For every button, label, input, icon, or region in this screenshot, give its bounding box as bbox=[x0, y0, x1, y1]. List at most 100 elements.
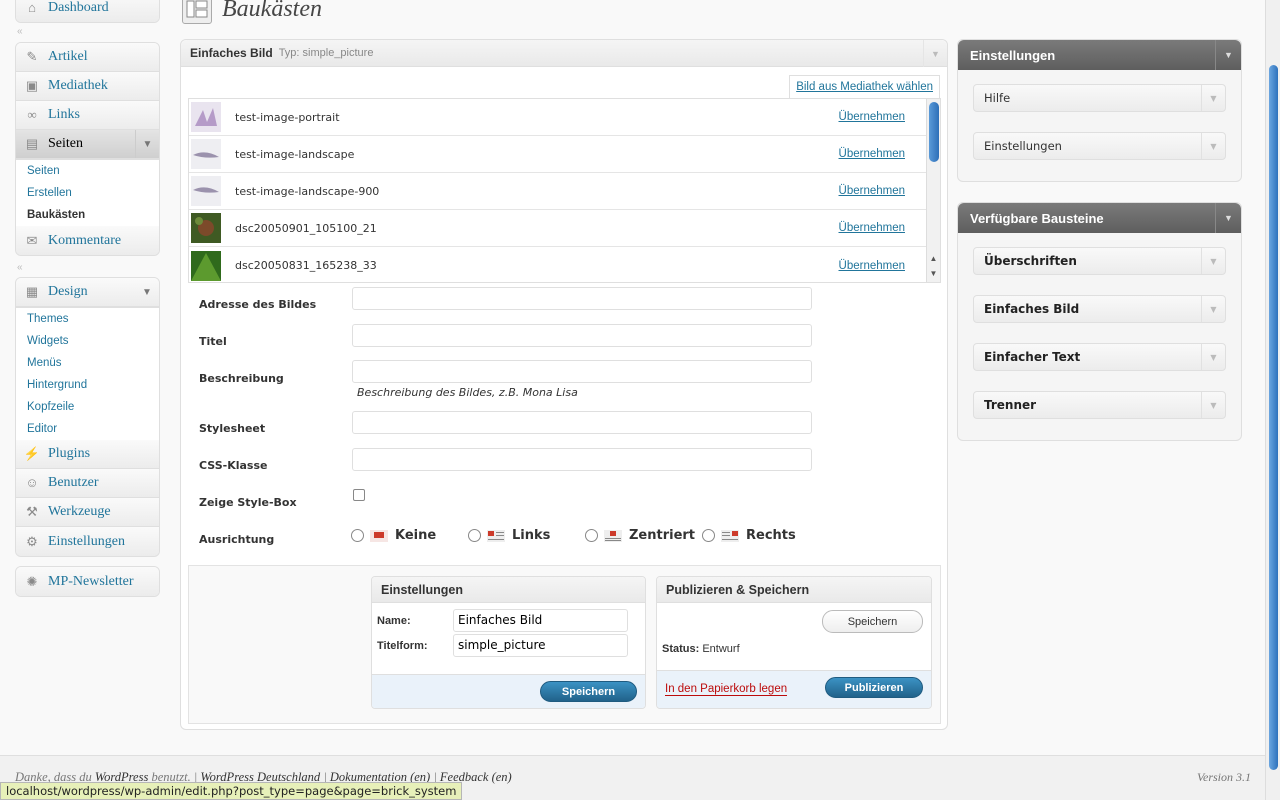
submenu-item-erstellen[interactable]: Erstellen bbox=[16, 182, 159, 204]
submenu-item-menues[interactable]: Menüs bbox=[16, 352, 159, 374]
brick-actions-area: Einstellungen Name: Einfaches Bild Titel… bbox=[188, 565, 941, 724]
align-center-radio[interactable]: Zentriert bbox=[585, 528, 695, 543]
media-list-item: dsc20050831_165238_33 Übernehmen bbox=[189, 247, 940, 282]
align-left-icon bbox=[487, 529, 505, 542]
page-scrollbar[interactable] bbox=[1265, 0, 1280, 800]
submenu-item-kopfzeile[interactable]: Kopfzeile bbox=[16, 396, 159, 418]
title-input[interactable] bbox=[352, 324, 812, 347]
apply-link[interactable]: Übernehmen bbox=[839, 185, 905, 197]
name-input[interactable]: Einfaches Bild bbox=[453, 609, 628, 632]
chevron-down-icon[interactable]: ▼ bbox=[923, 40, 947, 67]
align-right-icon bbox=[721, 529, 739, 542]
menu-mp-newsletter[interactable]: ✺ MP-Newsletter bbox=[16, 567, 159, 596]
apply-link[interactable]: Übernehmen bbox=[839, 148, 905, 160]
apply-link[interactable]: Übernehmen bbox=[839, 260, 905, 272]
brick-item-ueberschriften[interactable]: Überschriften ▼ bbox=[973, 247, 1226, 275]
save-draft-button[interactable]: Speichern bbox=[822, 610, 923, 633]
chevron-down-icon[interactable]: ▼ bbox=[1201, 85, 1225, 111]
chevron-down-icon[interactable]: ▼ bbox=[1201, 133, 1225, 159]
menu-einstellungen[interactable]: ⚙ Einstellungen bbox=[16, 527, 159, 556]
menu-collapse-separator[interactable]: « bbox=[17, 27, 23, 37]
menu-mediathek[interactable]: ▣ Mediathek bbox=[16, 72, 159, 101]
menu-plugins[interactable]: ⚡ Plugins bbox=[16, 440, 159, 469]
stylebox-checkbox[interactable] bbox=[353, 489, 365, 501]
page-scrollbar-thumb[interactable] bbox=[1269, 65, 1278, 770]
submenu-item-themes[interactable]: Themes bbox=[16, 308, 159, 330]
brick-box-header[interactable]: Einfaches Bild Typ: simple_picture ▼ bbox=[181, 40, 947, 67]
submenu-item-widgets[interactable]: Widgets bbox=[16, 330, 159, 352]
radio-button[interactable] bbox=[468, 529, 481, 542]
menu-collapse-separator-2[interactable]: « bbox=[17, 263, 23, 273]
chevron-down-icon[interactable]: ▼ bbox=[135, 130, 159, 158]
menu-design[interactable]: ▦ Design ▼ bbox=[16, 278, 159, 307]
settings-widget: Einstellungen ▼ Hilfe ▼ Einstellungen ▼ bbox=[957, 39, 1242, 182]
publish-box-title: Publizieren & Speichern bbox=[657, 577, 931, 603]
widget-item-hilfe[interactable]: Hilfe ▼ bbox=[973, 84, 1226, 112]
chevron-down-icon[interactable]: ▼ bbox=[1201, 248, 1225, 274]
submenu-item-seiten[interactable]: Seiten bbox=[16, 160, 159, 182]
media-library-tab[interactable]: Bild aus Mediathek wählen bbox=[789, 75, 940, 99]
settings-widget-header[interactable]: Einstellungen ▼ bbox=[958, 40, 1241, 70]
scroll-down-arrow-icon[interactable]: ▼ bbox=[927, 267, 940, 281]
widget-item-einstellungen[interactable]: Einstellungen ▼ bbox=[973, 132, 1226, 160]
brick-item-einfacher-text[interactable]: Einfacher Text ▼ bbox=[973, 343, 1226, 371]
media-list: test-image-portrait Übernehmen test-imag… bbox=[188, 98, 941, 283]
pin-icon: ✎ bbox=[26, 49, 38, 64]
brick-item-trenner[interactable]: Trenner ▼ bbox=[973, 391, 1226, 419]
menu-benutzer[interactable]: ☺ Benutzer bbox=[16, 469, 159, 498]
description-input[interactable] bbox=[352, 360, 812, 383]
apply-link[interactable]: Übernehmen bbox=[839, 111, 905, 123]
address-input[interactable] bbox=[352, 287, 812, 310]
align-left-radio[interactable]: Links bbox=[468, 528, 550, 543]
scrollbar-thumb[interactable] bbox=[929, 102, 939, 162]
stylesheet-input[interactable] bbox=[352, 411, 812, 434]
name-label: Name: bbox=[377, 615, 411, 627]
gear-icon: ✺ bbox=[26, 573, 38, 589]
titleform-label: Titelform: bbox=[377, 640, 428, 652]
align-none-radio[interactable]: Keine bbox=[351, 528, 436, 543]
description-hint: Beschreibung des Bildes, z.B. Mona Lisa bbox=[357, 386, 578, 399]
apply-link[interactable]: Übernehmen bbox=[839, 222, 905, 234]
menu-artikel[interactable]: ✎ Artikel bbox=[16, 43, 159, 72]
menu-dashboard-group: ⌂ Dashboard bbox=[15, 0, 160, 23]
publish-button[interactable]: Publizieren bbox=[825, 677, 923, 698]
submenu-item-baukaesten[interactable]: Baukästen bbox=[16, 204, 159, 226]
trash-link[interactable]: In den Papierkorb legen bbox=[665, 683, 788, 696]
align-none-icon bbox=[370, 529, 388, 542]
stylebox-label: Zeige Style-Box bbox=[199, 496, 297, 509]
chevron-down-icon[interactable]: ▼ bbox=[1201, 344, 1225, 370]
chevron-down-icon[interactable]: ▼ bbox=[1215, 40, 1241, 70]
radio-button[interactable] bbox=[702, 529, 715, 542]
bricks-page-icon bbox=[182, 0, 212, 24]
menu-seiten[interactable]: ▤ Seiten ▼ bbox=[16, 130, 159, 159]
menu-links[interactable]: ∞ Links bbox=[16, 101, 159, 130]
submenu-item-editor[interactable]: Editor bbox=[16, 418, 159, 440]
menu-dashboard[interactable]: ⌂ Dashboard bbox=[16, 0, 159, 22]
submenu-item-hintergrund[interactable]: Hintergrund bbox=[16, 374, 159, 396]
page-title: Baukästen bbox=[222, 0, 322, 22]
users-icon: ☺ bbox=[25, 475, 39, 490]
chevron-down-icon[interactable]: ▼ bbox=[1215, 203, 1241, 233]
menu-group-plugins: ✺ MP-Newsletter bbox=[15, 566, 160, 597]
brick-item-einfaches-bild[interactable]: Einfaches Bild ▼ bbox=[973, 295, 1226, 323]
save-settings-button[interactable]: Speichern bbox=[540, 681, 637, 702]
brick-settings-title: Einstellungen bbox=[372, 577, 645, 603]
align-right-radio[interactable]: Rechts bbox=[702, 528, 796, 543]
chevron-down-icon[interactable]: ▼ bbox=[135, 278, 159, 306]
titleform-input[interactable]: simple_picture bbox=[453, 634, 628, 657]
image-thumbnail bbox=[191, 139, 221, 169]
menu-werkzeuge[interactable]: ⚒ Werkzeuge bbox=[16, 498, 159, 527]
publish-box: Publizieren & Speichern Speichern Status… bbox=[656, 576, 932, 709]
css-class-input[interactable] bbox=[352, 448, 812, 471]
chevron-down-icon[interactable]: ▼ bbox=[1201, 296, 1225, 322]
address-label: Adresse des Bildes bbox=[199, 298, 317, 311]
design-icon: ▦ bbox=[25, 284, 39, 299]
image-thumbnail bbox=[191, 250, 221, 281]
menu-kommentare[interactable]: ✉ Kommentare bbox=[16, 226, 159, 255]
available-bricks-header[interactable]: Verfügbare Bausteine ▼ bbox=[958, 203, 1241, 233]
media-list-scrollbar[interactable]: ▲ ▼ bbox=[926, 99, 940, 282]
chevron-down-icon[interactable]: ▼ bbox=[1201, 392, 1225, 418]
radio-button[interactable] bbox=[585, 529, 598, 542]
scroll-up-arrow-icon[interactable]: ▲ bbox=[927, 252, 940, 266]
radio-button[interactable] bbox=[351, 529, 364, 542]
